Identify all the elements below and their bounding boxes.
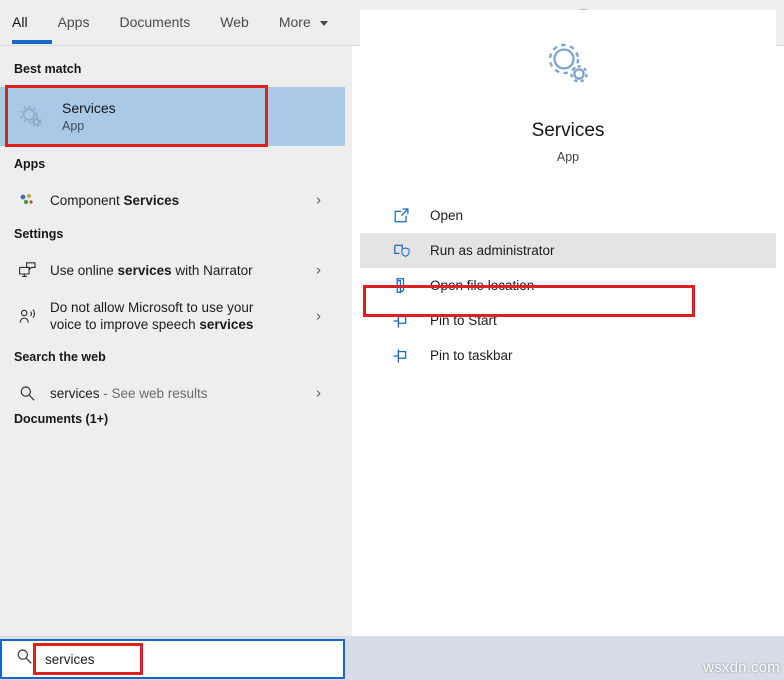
chevron-right-icon: › bbox=[316, 384, 321, 402]
chevron-down-icon bbox=[319, 20, 328, 26]
web-query: services bbox=[50, 385, 100, 401]
tab-more[interactable]: More bbox=[279, 12, 344, 32]
folder-location-icon bbox=[390, 275, 412, 297]
gears-icon bbox=[540, 37, 596, 98]
label-prefix: Component bbox=[50, 192, 124, 208]
label-suffix: with Narrator bbox=[171, 262, 253, 278]
tab-apps-label: Apps bbox=[57, 14, 90, 30]
gears-icon bbox=[14, 100, 48, 134]
action-open-label: Open bbox=[430, 208, 464, 223]
preview-content: Services App Open Run as administrator O… bbox=[352, 0, 784, 636]
windows-search-screen: All Apps Documents Web More N bbox=[0, 0, 784, 680]
tab-web-label: Web bbox=[220, 14, 249, 30]
shield-icon bbox=[390, 240, 412, 262]
preview-card: Services App bbox=[360, 10, 776, 190]
tab-all-label: All bbox=[12, 14, 28, 30]
section-documents: Documents (1+) bbox=[14, 412, 109, 426]
result-web-services[interactable]: services - See web results › bbox=[0, 371, 345, 415]
component-services-icon bbox=[14, 187, 40, 213]
result-narrator-label: Use online services with Narrator bbox=[50, 262, 253, 279]
action-pin-to-start[interactable]: Pin to Start bbox=[360, 303, 776, 338]
best-match-subtitle: App bbox=[62, 118, 85, 133]
label-prefix: Use online bbox=[50, 262, 118, 278]
chevron-right-icon: › bbox=[316, 191, 321, 209]
narrator-icon bbox=[14, 257, 40, 283]
preview-title: Services bbox=[531, 119, 605, 141]
result-use-online-services-narrator[interactable]: Use online services with Narrator › bbox=[0, 248, 345, 292]
search-icon bbox=[16, 648, 33, 670]
result-component-services-label: Component Services bbox=[50, 192, 179, 209]
search-input-value[interactable]: services bbox=[45, 652, 95, 667]
tab-documents-label: Documents bbox=[119, 14, 191, 30]
action-list: Open Run as administrator Open file loca… bbox=[360, 198, 776, 373]
tab-more-label: More bbox=[278, 14, 311, 30]
tab-apps[interactable]: Apps bbox=[58, 12, 106, 32]
pin-icon bbox=[390, 310, 412, 332]
web-suffix: - See web results bbox=[99, 385, 208, 401]
result-component-services[interactable]: Component Services › bbox=[0, 178, 345, 222]
open-icon bbox=[390, 205, 412, 227]
label-line1: Do not allow Microsoft to use your bbox=[50, 300, 254, 315]
action-open-file-location[interactable]: Open file location bbox=[360, 268, 776, 303]
action-pin-to-start-label: Pin to Start bbox=[430, 313, 497, 328]
section-settings: Settings bbox=[14, 227, 64, 241]
label-highlight: Services bbox=[123, 192, 180, 208]
label-highlight: services bbox=[117, 262, 172, 278]
action-run-as-administrator[interactable]: Run as administrator bbox=[360, 233, 776, 268]
action-open-file-location-label: Open file location bbox=[430, 278, 535, 293]
result-voice-label: Do not allow Microsoft to use your voice… bbox=[50, 299, 253, 333]
taskbar-search-box[interactable]: services bbox=[0, 639, 345, 679]
voice-icon bbox=[14, 303, 40, 329]
pane-divider bbox=[345, 0, 352, 636]
pin-icon bbox=[390, 345, 412, 367]
tab-documents[interactable]: Documents bbox=[119, 12, 206, 32]
tab-all[interactable]: All bbox=[12, 12, 52, 44]
filter-tabs: All Apps Documents Web More bbox=[12, 12, 358, 44]
chevron-right-icon: › bbox=[316, 261, 321, 279]
action-run-as-administrator-label: Run as administrator bbox=[430, 243, 555, 258]
tab-web[interactable]: Web bbox=[220, 12, 265, 32]
section-apps: Apps bbox=[14, 157, 46, 171]
watermark: wsxdn.com bbox=[703, 659, 780, 676]
result-web-label: services - See web results bbox=[50, 385, 208, 402]
label-line2-prefix: voice to improve speech bbox=[50, 317, 200, 332]
chevron-right-icon: › bbox=[316, 307, 321, 325]
section-best-match: Best match bbox=[14, 62, 82, 76]
result-voice-speech-services[interactable]: Do not allow Microsoft to use your voice… bbox=[0, 290, 345, 342]
preview-subtitle: App bbox=[556, 149, 580, 164]
action-pin-to-taskbar-label: Pin to taskbar bbox=[430, 348, 513, 363]
search-icon bbox=[14, 380, 40, 406]
best-match-result-services[interactable]: Services App bbox=[0, 87, 345, 146]
best-match-title: Services bbox=[62, 99, 116, 116]
label-highlight: services bbox=[199, 317, 254, 332]
action-pin-to-taskbar[interactable]: Pin to taskbar bbox=[360, 338, 776, 373]
search-flyout: All Apps Documents Web More N bbox=[0, 0, 784, 636]
action-open[interactable]: Open bbox=[360, 198, 776, 233]
section-search-the-web: Search the web bbox=[14, 350, 106, 364]
